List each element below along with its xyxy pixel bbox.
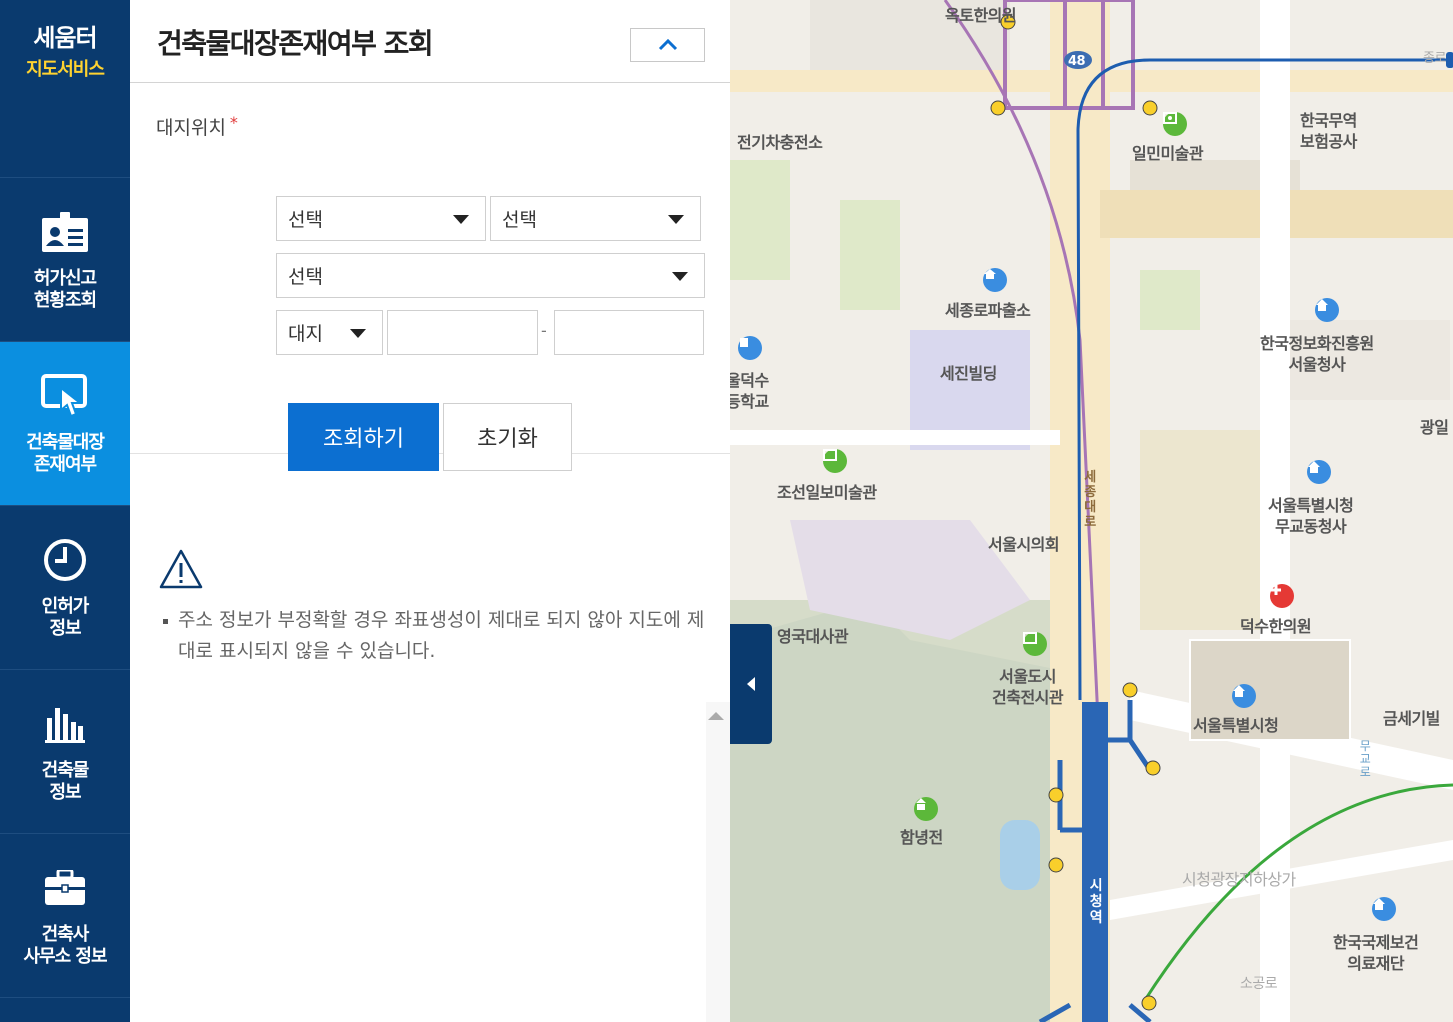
route-48-badge: 48	[1068, 54, 1086, 69]
location-label: 대지위치 *	[156, 113, 238, 139]
dong-select[interactable]: 선택	[276, 253, 705, 298]
nav-label: 건축사 사무소 정보	[23, 923, 107, 967]
warning-icon	[159, 549, 203, 593]
poi-hamnyeongjeon[interactable]: 함녕전	[900, 827, 943, 848]
office-icon[interactable]	[1372, 897, 1396, 921]
poi-city-hall[interactable]: 서울특별시청	[1193, 715, 1279, 736]
nav-label: 건축물대장 존재여부	[26, 431, 105, 475]
page-title: 건축물대장존재여부 조회	[157, 27, 434, 60]
school-icon[interactable]	[738, 336, 762, 360]
lot-type-select[interactable]: 대지	[276, 310, 383, 355]
museum-icon[interactable]	[1163, 112, 1187, 136]
poi-architecture-hall[interactable]: 서울도시 건축전시관	[992, 666, 1064, 708]
touch-screen-icon	[41, 372, 89, 420]
briefcase-icon	[41, 864, 89, 912]
office-icon[interactable]	[1315, 298, 1339, 322]
logo-title: 세움터	[33, 24, 97, 52]
lot-main-number-input[interactable]	[387, 310, 538, 355]
museum-icon[interactable]	[1023, 632, 1047, 656]
poi-deoksu-clinic[interactable]: 덕수한의원	[1240, 616, 1312, 637]
reset-button[interactable]: 초기화	[443, 403, 572, 471]
street-mugyoro: 무교로	[1359, 739, 1371, 779]
nav-item-architect-office[interactable]: 건축사 사무소 정보	[0, 834, 130, 998]
chevron-left-icon	[747, 677, 755, 691]
police-icon[interactable]	[983, 268, 1007, 292]
notice-text: 주소 정보가 부정확할 경우 좌표생성이 제대로 되지 않아 지도에 제대로 표…	[160, 605, 705, 667]
station-sicheong[interactable]: 시청역	[1088, 878, 1104, 926]
panel-header: 건축물대장존재여부 조회	[130, 0, 730, 83]
search-panel: 건축물대장존재여부 조회 대지위치 * 선택 선택 선택 대지 - 조회하기 초기…	[130, 0, 730, 1022]
lot-sub-number-input[interactable]	[554, 310, 704, 355]
required-mark: *	[229, 113, 238, 132]
chevron-up-icon	[658, 39, 677, 51]
clock-icon	[41, 536, 89, 584]
scroll-up-arrow-icon[interactable]	[708, 712, 724, 720]
poi-oktohan[interactable]: 옥토한의원	[945, 5, 1017, 26]
poi-mugyo-annex[interactable]: 서울특별시청 무교동청사	[1268, 495, 1354, 537]
poi-underground-mall[interactable]: 시청광장지하상가	[1182, 869, 1296, 890]
poi-chosun-museum[interactable]: 조선일보미술관	[777, 482, 877, 503]
poi-gwang[interactable]: 광일	[1420, 417, 1449, 438]
poi-ifhc[interactable]: 한국국제보건 의료재단	[1333, 932, 1419, 974]
dropdown-arrow-icon	[668, 215, 684, 224]
office-icon[interactable]	[1232, 684, 1256, 708]
poi-city-council[interactable]: 서울시의회	[988, 534, 1060, 555]
dropdown-arrow-icon	[453, 215, 469, 224]
nav-label: 인허가 정보	[41, 595, 90, 639]
id-card-icon	[41, 208, 89, 256]
poi-ev-charging[interactable]: 전기차충전소	[737, 132, 823, 153]
left-nav: 세움터 지도서비스 허가신고 현황조회 건축물대장 존재여부 인허가 정보 건축…	[0, 0, 130, 1022]
street-sejongdaero: 세종대로	[1084, 470, 1096, 530]
dropdown-arrow-icon	[672, 272, 688, 281]
nav-label: 건축물 정보	[41, 759, 90, 803]
street-sogongro: 소공로	[1240, 976, 1278, 992]
palace-icon[interactable]	[914, 797, 938, 821]
dropdown-arrow-icon	[350, 329, 366, 338]
scrollbar-track[interactable]	[706, 702, 730, 1022]
map-view[interactable]: 옥토한의원 전기차충전소 일민미술관 한국무역 보험공사 세종로파출소 세진빌딩…	[730, 0, 1453, 1022]
poi-nia[interactable]: 한국정보화진흥원 서울청사	[1260, 333, 1374, 375]
nav-item-building-info[interactable]: 건축물 정보	[0, 670, 130, 834]
search-form: 대지위치 * 선택 선택 선택 대지 - 조회하기 초기화	[130, 83, 730, 471]
bar-chart-icon	[41, 700, 89, 748]
nav-label: 허가신고 현황조회	[33, 267, 97, 311]
hospital-icon[interactable]	[1270, 584, 1294, 608]
poi-police[interactable]: 세종로파출소	[945, 300, 1031, 321]
poi-geumsegi[interactable]: 금세기빌	[1383, 708, 1440, 729]
street-jongno: 종로	[1423, 51, 1446, 66]
collapse-button[interactable]	[630, 28, 705, 62]
poi-ilmin-museum[interactable]: 일민미술관	[1132, 143, 1204, 164]
office-icon[interactable]	[1307, 460, 1331, 484]
poi-deoksu-school[interactable]: 울덕수 등학교	[730, 370, 769, 412]
nav-item-permit-info[interactable]: 인허가 정보	[0, 506, 130, 670]
panel-toggle-button[interactable]	[730, 624, 772, 744]
nav-item-permit-status[interactable]: 허가신고 현황조회	[0, 178, 130, 342]
poi-embassy[interactable]: 영국대사관	[777, 626, 849, 647]
poi-kotra[interactable]: 한국무역 보험공사	[1300, 110, 1357, 152]
poi-sejin[interactable]: 세진빌딩	[940, 363, 997, 384]
nav-item-building-register[interactable]: 건축물대장 존재여부	[0, 342, 130, 506]
sido-select[interactable]: 선택	[276, 196, 486, 241]
logo-subtitle: 지도서비스	[26, 59, 105, 80]
logo[interactable]: 세움터 지도서비스	[0, 0, 130, 178]
search-button[interactable]: 조회하기	[288, 403, 439, 471]
museum-icon[interactable]	[823, 449, 847, 473]
sigungu-select[interactable]: 선택	[490, 196, 701, 241]
lot-separator: -	[541, 321, 547, 340]
